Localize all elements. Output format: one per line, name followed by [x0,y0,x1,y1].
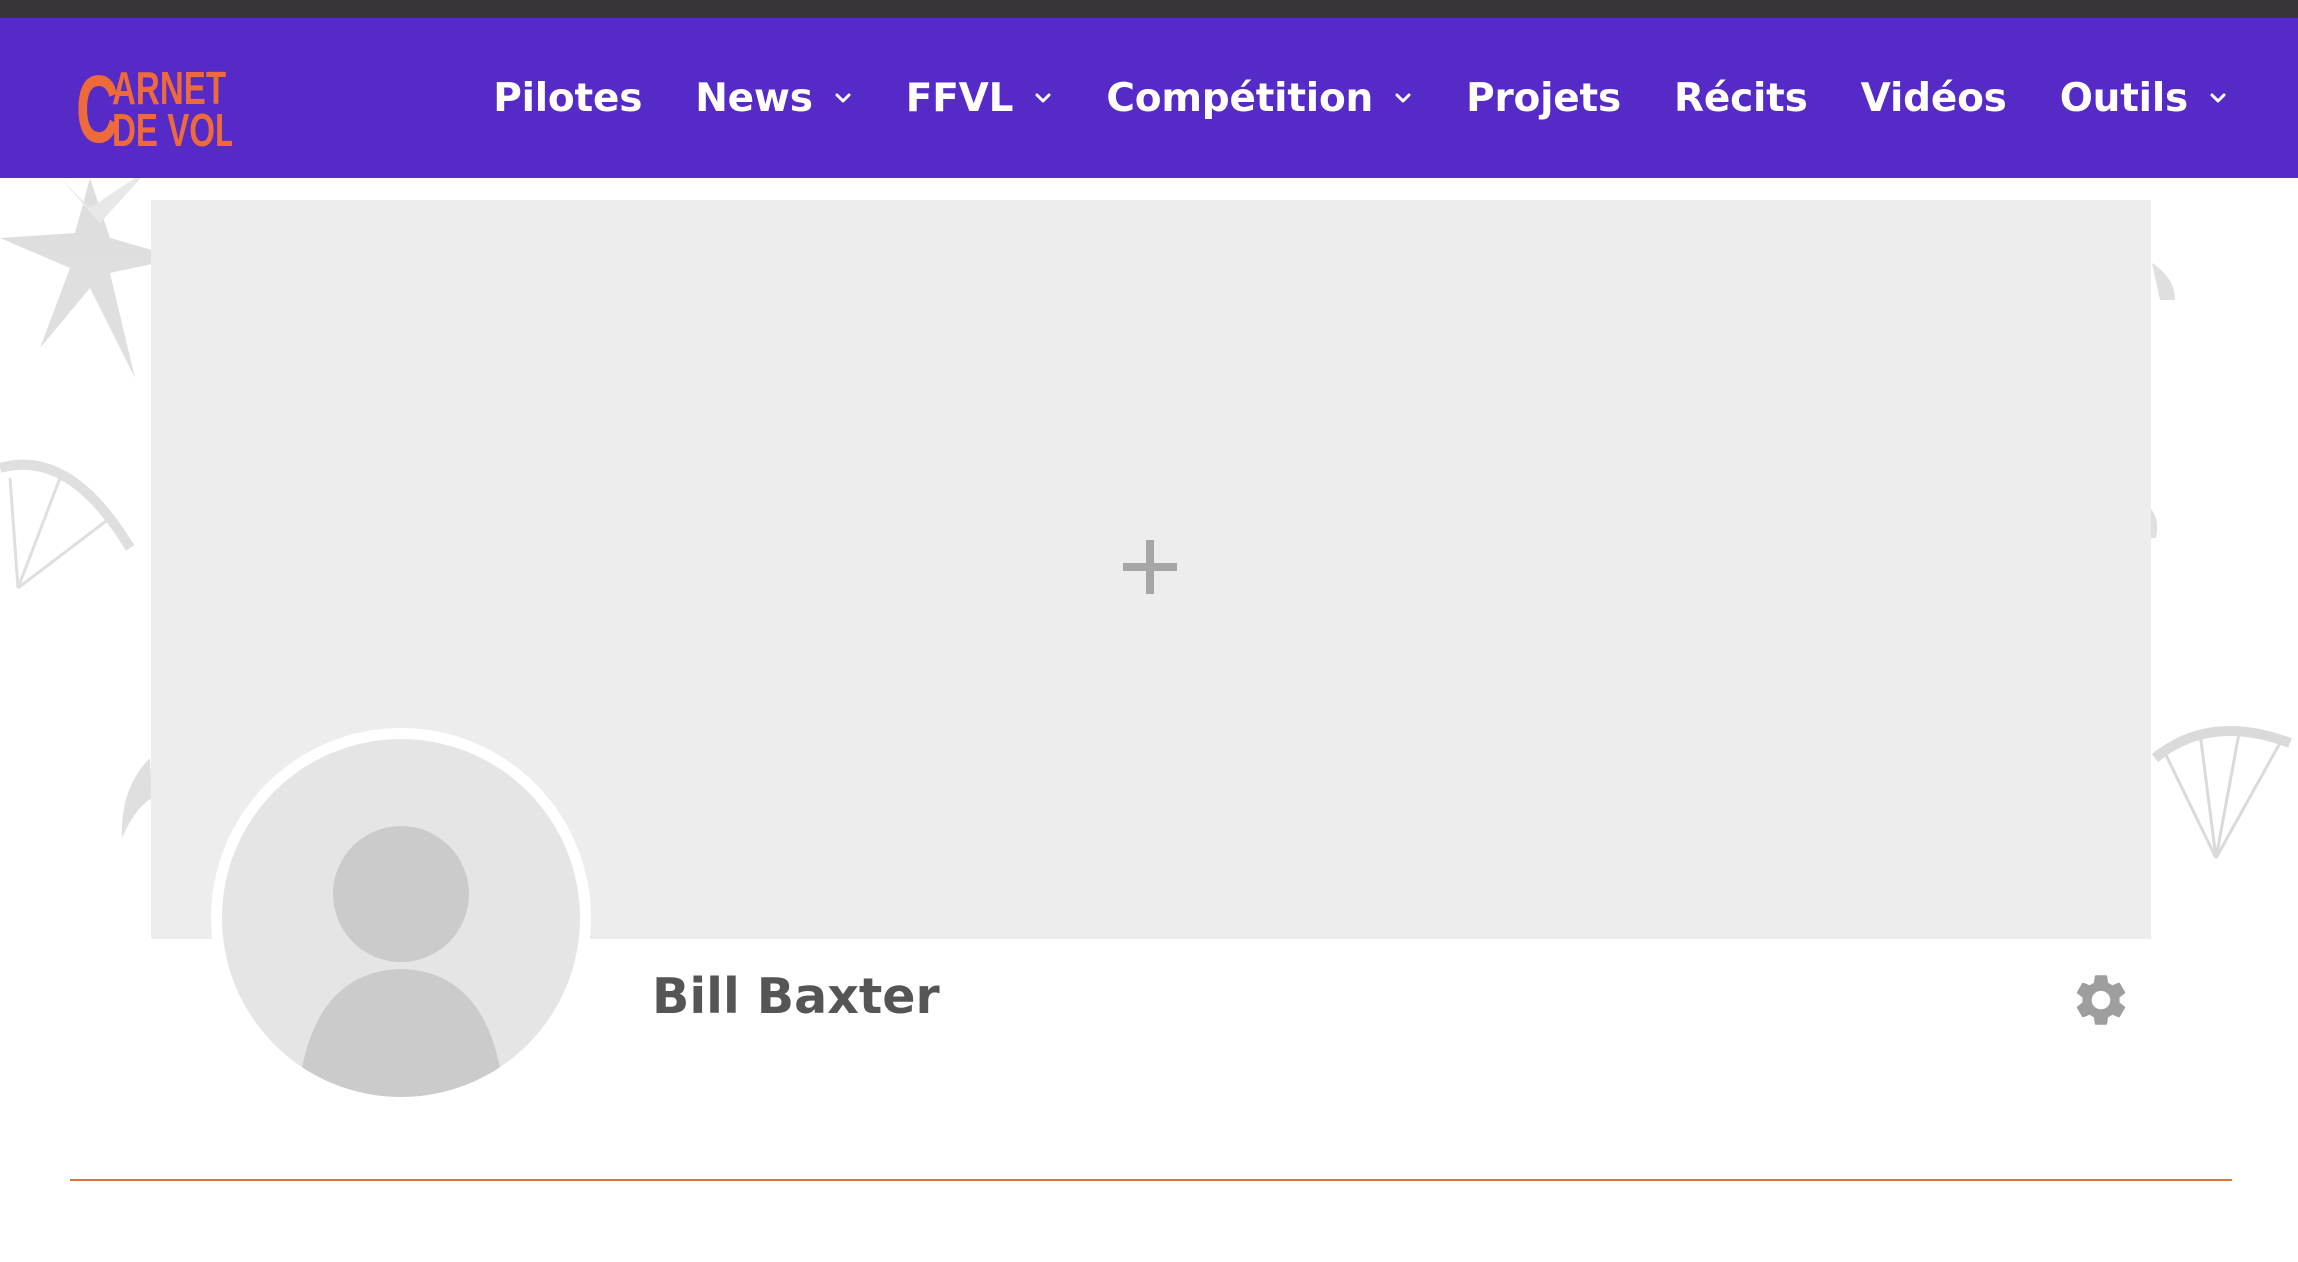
avatar[interactable] [211,728,591,1108]
nav-item-label: Vidéos [1860,75,2007,121]
nav-item-ffvl[interactable]: FFVL [906,76,1054,121]
nav-item-projets[interactable]: Projets [1466,76,1621,121]
nav-item-recits[interactable]: Récits [1674,76,1808,121]
nav-item-label: Outils [2059,75,2189,121]
nav-item-label: News [695,75,813,121]
gear-icon[interactable] [2070,969,2132,1031]
nav-item-label: Projets [1466,75,1622,121]
chevron-down-icon [1033,91,1053,105]
site-logo[interactable]: C ARNET DE VOL [76,54,232,154]
chevron-down-icon [833,91,853,105]
nav-item-videos[interactable]: Vidéos [1861,76,2007,121]
section-divider [70,1179,2232,1181]
nav-item-label: Compétition [1106,75,1374,121]
nav-item-news[interactable]: News [695,76,853,121]
primary-nav: Pilotes News FFVL Compétition Projets Ré… [493,18,2228,178]
nav-item-competition[interactable]: Compétition [1106,76,1413,121]
plus-icon[interactable] [1121,538,1179,596]
main-navbar: C ARNET DE VOL Pilotes News FFVL Compéti… [0,18,2298,178]
nav-item-pilotes[interactable]: Pilotes [493,76,642,121]
default-user-icon [222,739,580,1097]
chevron-down-icon [2208,91,2228,105]
nav-item-label: Pilotes [493,75,643,121]
top-utility-bar [0,0,2298,18]
svg-text:DE VOL: DE VOL [112,106,232,154]
nav-item-label: Récits [1674,75,1808,121]
nav-item-outils[interactable]: Outils [2060,76,2228,121]
nav-item-label: FFVL [905,75,1014,121]
profile-name: Bill Baxter [652,968,940,1025]
chevron-down-icon [1393,91,1413,105]
